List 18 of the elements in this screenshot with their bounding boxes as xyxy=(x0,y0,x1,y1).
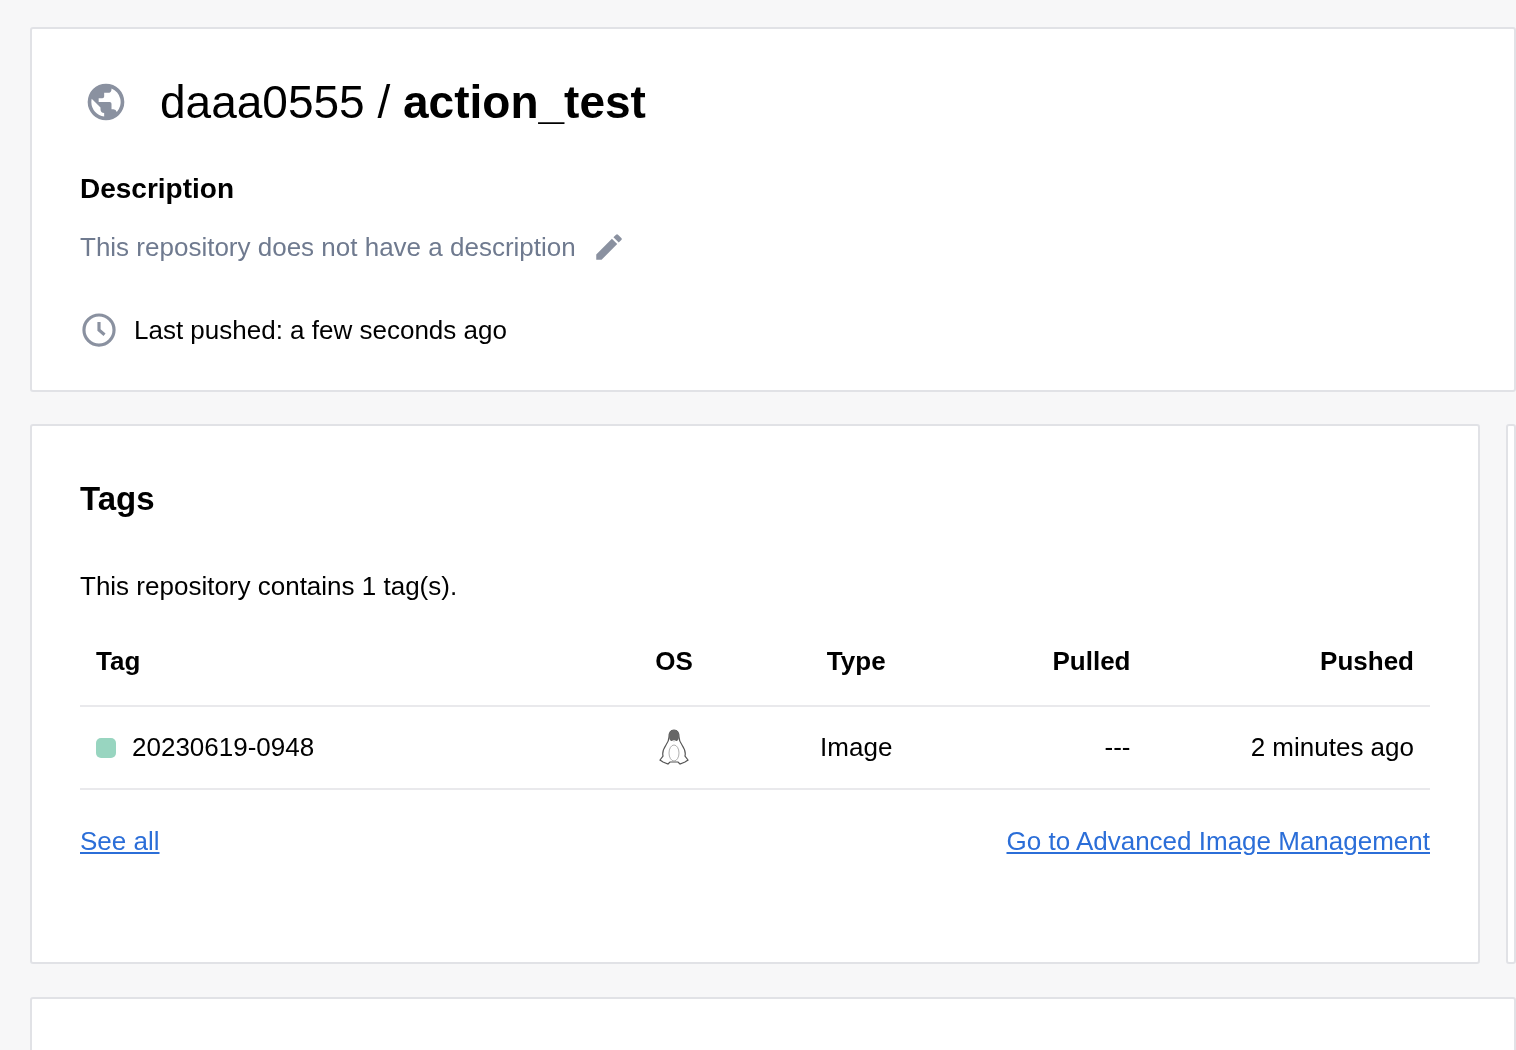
tags-heading: Tags xyxy=(80,478,156,519)
link[interactable]: Go to Advanced Image Management xyxy=(1006,822,1430,862)
column-header: Tag xyxy=(80,630,593,707)
tags-summary: This repository contains 1 tag(s). xyxy=(80,570,459,604)
description-heading: Description xyxy=(80,171,236,206)
table-cell: 2 minutes ago xyxy=(1250,732,1414,763)
column-header: OS xyxy=(593,630,755,707)
link[interactable]: See all xyxy=(80,822,160,862)
tag-name[interactable]: 20230619-0948 xyxy=(132,732,315,763)
column-header: Pushed xyxy=(1146,630,1430,707)
table-cell: --- xyxy=(1104,732,1131,763)
last-pushed-text: Last pushed: a few seconds ago xyxy=(134,313,507,347)
clock-icon xyxy=(80,311,118,350)
column-header: Type xyxy=(755,630,958,707)
description-text: This repository does not have a description xyxy=(80,230,576,264)
repository-title: daaa0555 / action_test xyxy=(160,77,646,128)
table-cell: Image xyxy=(820,732,893,763)
column-header: Pulled xyxy=(957,630,1147,707)
